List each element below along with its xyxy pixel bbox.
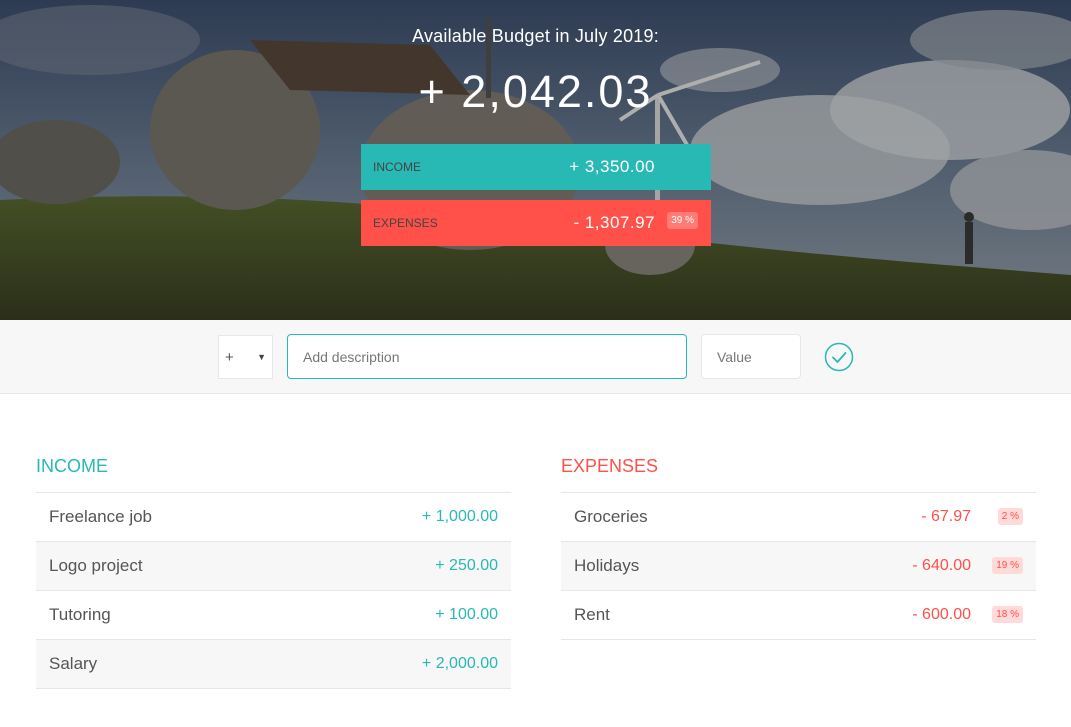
chevron-down-icon: ▼ xyxy=(257,352,266,362)
income-summary-label: Income xyxy=(373,160,421,174)
income-item-description: Tutoring xyxy=(49,605,111,624)
description-input[interactable] xyxy=(287,334,687,379)
income-item-value: + 100.00 xyxy=(435,606,498,623)
type-select[interactable]: + ▼ xyxy=(218,335,273,379)
expense-item[interactable]: Rent - 600.00 18 % xyxy=(561,591,1036,640)
expense-item-percentage: 2 % xyxy=(997,508,1023,525)
income-items: Freelance job + 1,000.00 Logo project + … xyxy=(36,493,511,689)
expense-item-value: - 600.00 xyxy=(912,606,971,623)
expense-item-percentage: 19 % xyxy=(992,557,1023,574)
income-item-value: + 1,000.00 xyxy=(421,508,498,525)
add-item-bar: + ▼ xyxy=(0,320,1071,394)
income-item-value: + 2,000.00 xyxy=(421,655,498,672)
expense-item-value: - 67.97 xyxy=(921,508,971,525)
income-item-value: + 250.00 xyxy=(435,557,498,574)
expense-item-description: Holidays xyxy=(574,556,640,575)
expense-item[interactable]: Holidays - 640.00 19 % xyxy=(561,542,1036,591)
income-item[interactable]: Freelance job + 1,000.00 xyxy=(36,493,511,542)
expenses-summary: Expenses - 1,307.97 39 % xyxy=(361,200,711,246)
budget-title: Available Budget in July 2019: xyxy=(412,26,659,46)
income-item-description: Freelance job xyxy=(49,507,153,526)
income-item[interactable]: Logo project + 250.00 xyxy=(36,542,511,591)
expenses-summary-percentage: 39 % xyxy=(667,212,698,229)
expense-item-value: - 640.00 xyxy=(912,557,971,574)
check-circle-icon xyxy=(824,342,854,372)
value-input[interactable] xyxy=(701,334,801,379)
income-item[interactable]: Salary + 2,000.00 xyxy=(36,640,511,689)
type-select-value: + xyxy=(225,348,234,366)
expense-item-percentage: 18 % xyxy=(992,606,1023,623)
expense-item-description: Groceries xyxy=(574,507,648,526)
income-item[interactable]: Tutoring + 100.00 xyxy=(36,591,511,640)
income-summary-value: + 3,350.00 xyxy=(569,157,655,176)
expense-item-description: Rent xyxy=(574,605,610,624)
add-item-button[interactable] xyxy=(824,342,854,372)
expenses-summary-value: - 1,307.97 xyxy=(573,213,655,232)
income-list: Income Freelance job + 1,000.00 Logo pro… xyxy=(36,456,511,689)
expense-item[interactable]: Groceries - 67.97 2 % xyxy=(561,493,1036,542)
income-list-title: Income xyxy=(36,456,511,493)
income-summary: Income + 3,350.00 xyxy=(361,144,711,190)
expenses-items: Groceries - 67.97 2 % Holidays - 640.00 … xyxy=(561,493,1036,640)
income-item-description: Logo project xyxy=(49,556,143,575)
expenses-list-title: Expenses xyxy=(561,456,1036,493)
income-item-description: Salary xyxy=(49,654,98,673)
available-budget-value: + 2,042.03 xyxy=(418,66,653,117)
budget-header: Available Budget in July 2019: + 2,042.0… xyxy=(0,0,1071,320)
expenses-summary-label: Expenses xyxy=(373,216,438,230)
expenses-list: Expenses Groceries - 67.97 2 % Holidays … xyxy=(561,456,1036,640)
